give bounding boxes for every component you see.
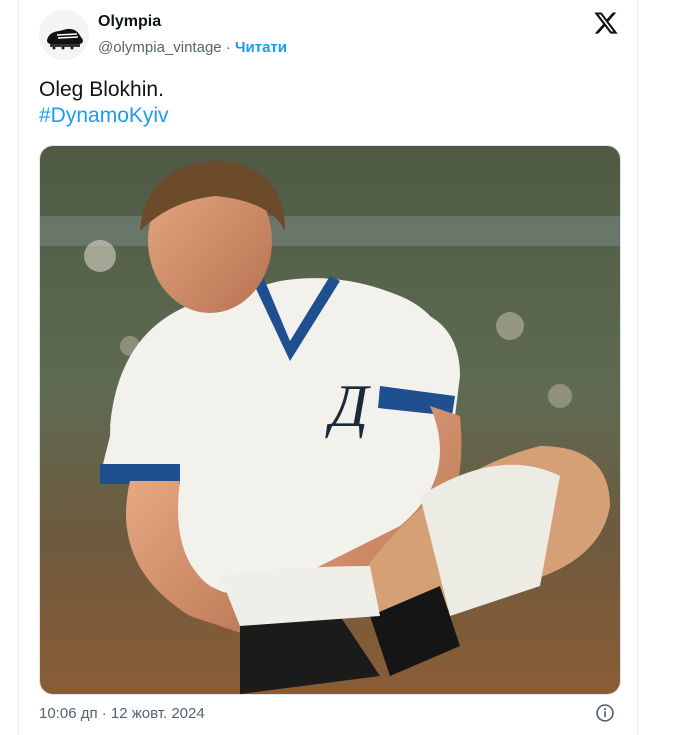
tweet-timestamp[interactable]: 10:06 дп · 12 жовт. 2024 (39, 705, 205, 722)
author-name[interactable]: Olympia (98, 13, 161, 31)
meta-separator: · (225, 39, 231, 56)
follow-link[interactable]: Читати (235, 39, 287, 56)
author-meta-row: @olympia_vintage · Читати (98, 39, 287, 56)
player-photo-illustration: Д (40, 146, 620, 694)
hashtag-link[interactable]: #DynamoKyiv (39, 103, 169, 129)
tweet-text: Oleg Blokhin. #DynamoKyiv (39, 77, 169, 129)
author-handle[interactable]: @olympia_vintage (98, 39, 222, 56)
tweet-embed-card: Olympia @olympia_vintage · Читати Oleg B… (18, 0, 638, 735)
tweet-photo[interactable]: Д (39, 145, 621, 695)
avatar[interactable] (39, 10, 89, 60)
x-logo-icon[interactable] (593, 10, 619, 36)
info-icon[interactable] (595, 703, 615, 723)
dynamo-crest: Д (325, 373, 371, 439)
football-boot-icon (39, 10, 89, 60)
tweet-text-line: Oleg Blokhin. (39, 78, 164, 101)
